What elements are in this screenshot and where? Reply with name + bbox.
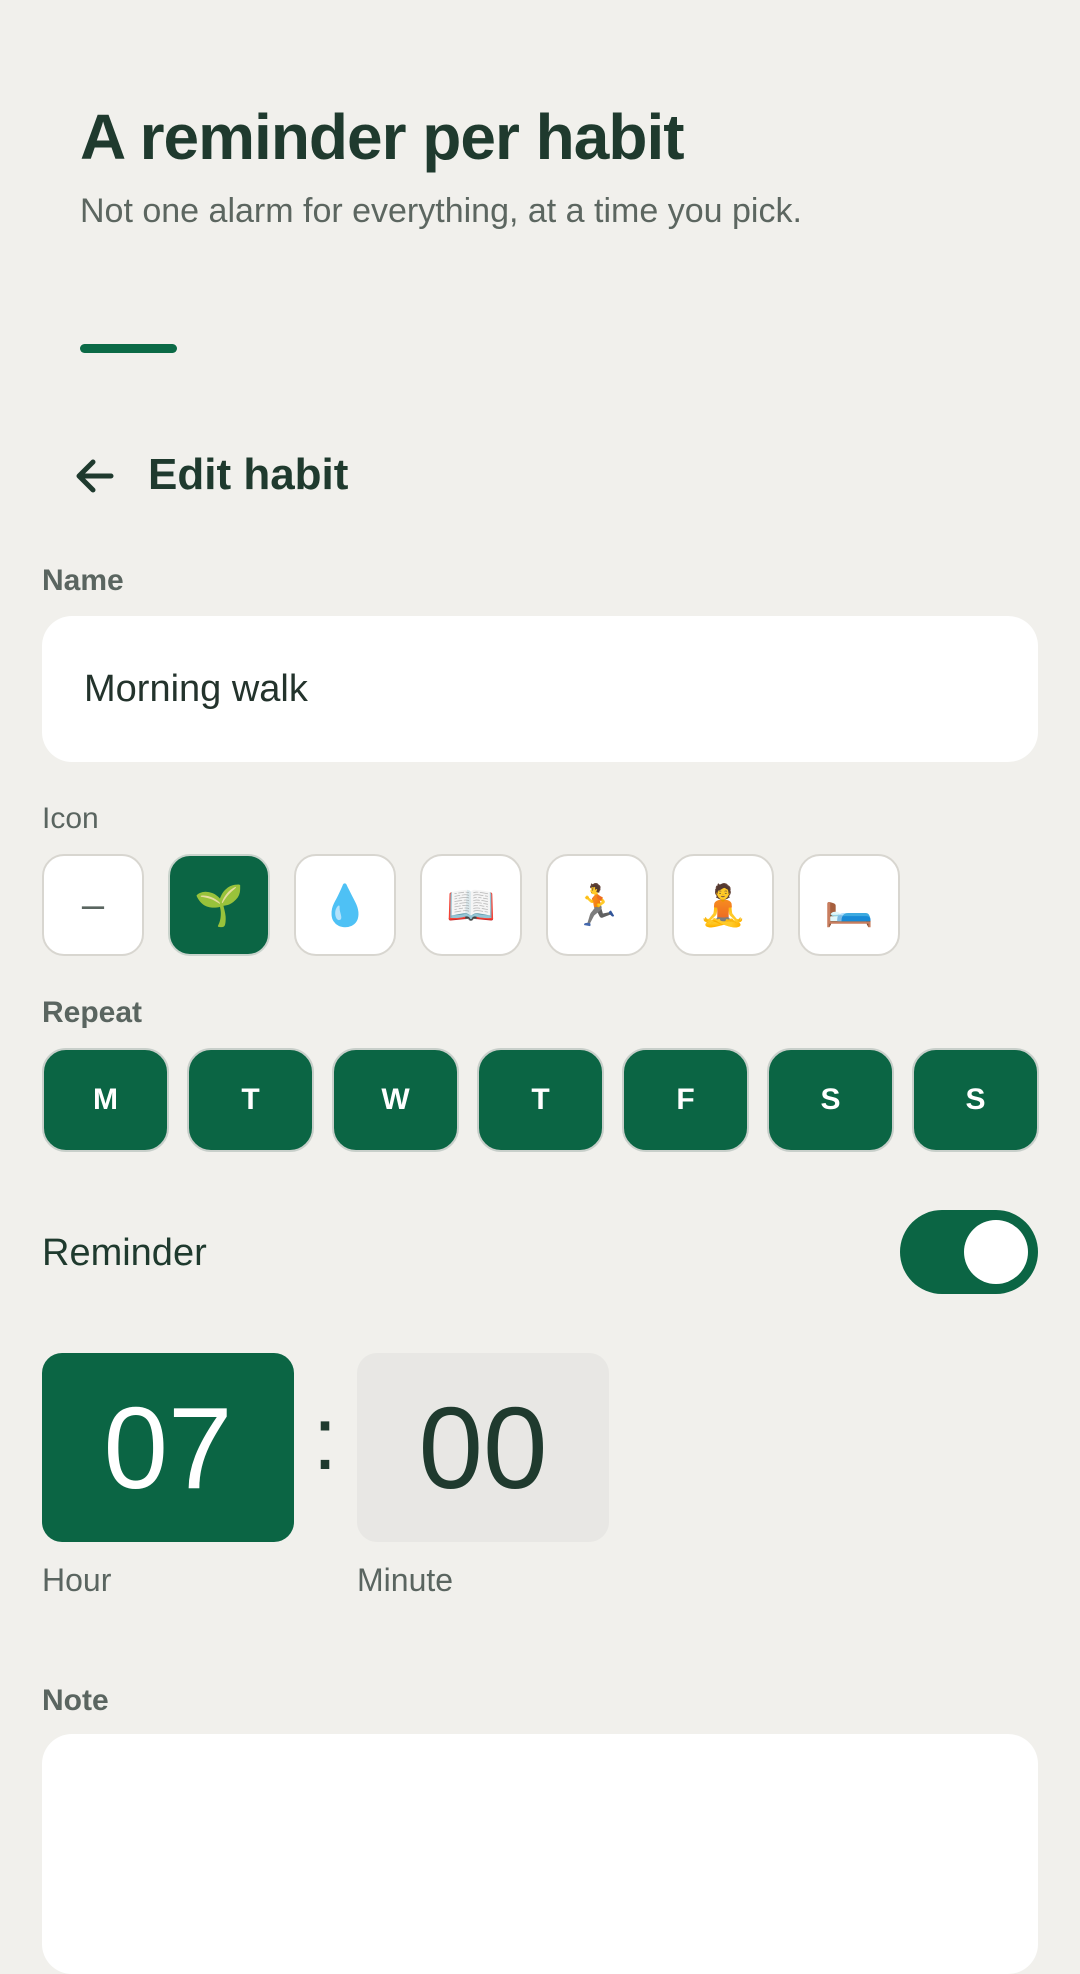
hero-title: A reminder per habit (80, 101, 685, 173)
day-monday[interactable]: M (42, 1048, 169, 1152)
runner-icon: 🏃 (572, 883, 622, 928)
day-wednesday[interactable]: W (332, 1048, 459, 1152)
day-friday[interactable]: F (622, 1048, 749, 1152)
name-label: Name (42, 564, 124, 597)
meditation-icon: 🧘 (698, 883, 748, 928)
minute-selector[interactable]: 00 (357, 1353, 609, 1542)
icon-option-water[interactable]: 💧 (294, 854, 396, 956)
reminder-toggle[interactable] (900, 1210, 1038, 1294)
icon-picker: – 🌱 💧 📖 🏃 🧘 🛏️ (42, 854, 900, 956)
icon-option-seedling[interactable]: 🌱 (168, 854, 270, 956)
repeat-days: M T W T F S S (42, 1048, 1039, 1152)
screen-title: Edit habit (148, 450, 349, 499)
icon-label: Icon (42, 802, 99, 835)
back-button[interactable] (58, 446, 132, 506)
hero-subtitle: Not one alarm for everything, at a time … (80, 192, 802, 230)
note-label: Note (42, 1684, 109, 1717)
seedling-icon: 🌱 (194, 883, 244, 928)
hero-accent-bar (80, 344, 177, 353)
time-separator: : (312, 1389, 338, 1489)
day-sunday[interactable]: S (912, 1048, 1039, 1152)
app-bar: Edit habit (0, 440, 1080, 506)
icon-option-meditation[interactable]: 🧘 (672, 854, 774, 956)
reminder-label: Reminder (42, 1232, 207, 1274)
open-book-icon: 📖 (446, 883, 496, 928)
name-input[interactable] (42, 616, 1038, 762)
hour-selector[interactable]: 07 (42, 1353, 294, 1542)
water-drop-icon: 💧 (320, 883, 370, 928)
day-tuesday[interactable]: T (187, 1048, 314, 1152)
icon-option-book[interactable]: 📖 (420, 854, 522, 956)
repeat-label: Repeat (42, 996, 143, 1029)
icon-option-none[interactable]: – (42, 854, 144, 956)
none-icon: – (81, 882, 105, 927)
day-thursday[interactable]: T (477, 1048, 604, 1152)
icon-option-runner[interactable]: 🏃 (546, 854, 648, 956)
icon-option-bed[interactable]: 🛏️ (798, 854, 900, 956)
note-input[interactable] (42, 1734, 1038, 1974)
hour-caption: Hour (42, 1562, 112, 1598)
minute-caption: Minute (357, 1562, 454, 1598)
bed-icon: 🛏️ (824, 883, 874, 928)
toggle-knob (964, 1220, 1028, 1284)
arrow-left-icon (76, 459, 114, 493)
day-saturday[interactable]: S (767, 1048, 894, 1152)
